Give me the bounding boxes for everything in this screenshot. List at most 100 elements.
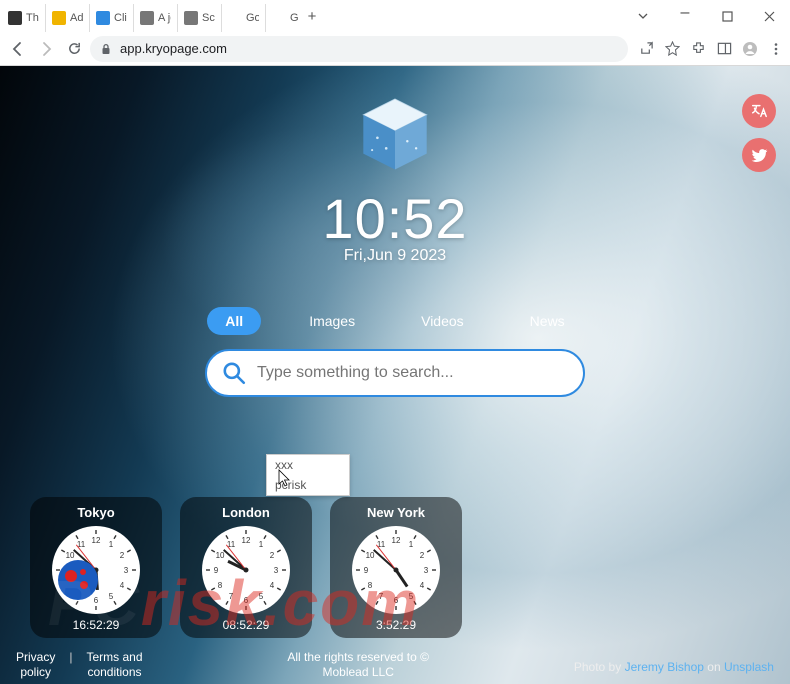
- svg-text:5: 5: [109, 592, 114, 601]
- svg-text:8: 8: [218, 581, 223, 590]
- favicon-icon: [140, 11, 154, 25]
- search-tab-all[interactable]: All: [207, 307, 261, 335]
- suggestion-item[interactable]: pcrisk: [267, 475, 349, 495]
- svg-text:1: 1: [259, 540, 264, 549]
- favicon-icon: [272, 11, 286, 25]
- tab-label: The: [26, 12, 39, 24]
- new-tab-button[interactable]: +: [299, 0, 325, 32]
- terms-link[interactable]: Terms andconditions: [86, 650, 142, 680]
- page-content: 10:52 Fri,Jun 9 2023 All Images Videos News…: [0, 66, 790, 684]
- address-bar[interactable]: app.kryopage.com: [90, 36, 628, 62]
- svg-text:9: 9: [364, 566, 369, 575]
- search-tab-images[interactable]: Images: [291, 307, 373, 335]
- tab-label: Scor: [202, 12, 215, 24]
- clock-card-london: London34567891011121208:52:29: [180, 497, 312, 638]
- clock-digital: 3:52:29: [376, 618, 416, 632]
- back-button[interactable]: [6, 37, 30, 61]
- svg-text:7: 7: [379, 592, 384, 601]
- svg-text:5: 5: [409, 592, 414, 601]
- svg-text:6: 6: [394, 596, 399, 605]
- svg-text:10: 10: [216, 551, 225, 560]
- reload-button[interactable]: [62, 37, 86, 61]
- minimize-button[interactable]: –: [664, 1, 706, 31]
- svg-text:12: 12: [92, 536, 101, 545]
- clock-city: New York: [367, 505, 425, 520]
- tab-label: A jo: [158, 12, 171, 24]
- svg-text:7: 7: [229, 592, 234, 601]
- close-button[interactable]: [748, 1, 790, 31]
- svg-text:1: 1: [409, 540, 414, 549]
- tab-label: Goo: [290, 12, 299, 24]
- toolbar-actions: [632, 41, 784, 57]
- svg-text:3: 3: [124, 566, 129, 575]
- lock-icon: [100, 43, 112, 55]
- svg-text:4: 4: [420, 581, 425, 590]
- rights-text: All the rights reserved to ©Moblead LLC: [287, 650, 429, 680]
- browser-tab[interactable]: Goo: [222, 4, 266, 32]
- browser-tab[interactable]: A jo: [134, 4, 178, 32]
- search-icon: [221, 360, 247, 386]
- ball-overlay-icon: [56, 558, 100, 602]
- center-column: 10:52 Fri,Jun 9 2023 All Images Videos News: [185, 84, 605, 397]
- svg-text:3: 3: [274, 566, 279, 575]
- search-input[interactable]: [257, 364, 569, 382]
- sidepanel-icon[interactable]: [716, 41, 732, 57]
- photo-credit: Photo by Jeremy Bishop on Unsplash: [574, 660, 774, 680]
- svg-text:2: 2: [120, 551, 125, 560]
- share-icon[interactable]: [638, 41, 654, 57]
- favicon-icon: [184, 11, 198, 25]
- floating-actions: [742, 94, 776, 172]
- search-category-tabs: All Images Videos News: [207, 307, 582, 335]
- clock-card-new-york: New York3456789101112123:52:29: [330, 497, 462, 638]
- clock-time: 10:52: [322, 186, 467, 251]
- privacy-link[interactable]: Privacypolicy: [16, 650, 55, 680]
- svg-text:4: 4: [270, 581, 275, 590]
- svg-text:12: 12: [242, 536, 251, 545]
- window-titlebar: TheAddClickA joScorGooGooComKryok× + –: [0, 0, 790, 32]
- svg-text:2: 2: [420, 551, 425, 560]
- tab-strip: TheAddClickA joScorGooGooComKryok×: [0, 0, 299, 32]
- credit-site-link[interactable]: Unsplash: [724, 660, 774, 674]
- browser-tab[interactable]: Scor: [178, 4, 222, 32]
- page-footer: Privacypolicy | Terms andconditions All …: [0, 650, 790, 680]
- forward-button[interactable]: [34, 37, 58, 61]
- window-controls: –: [622, 0, 790, 32]
- search-tab-videos[interactable]: Videos: [403, 307, 482, 335]
- browser-tab[interactable]: Goo: [266, 4, 299, 32]
- clock-digital: 16:52:29: [73, 618, 120, 632]
- svg-text:1: 1: [109, 540, 114, 549]
- browser-tab[interactable]: The: [2, 4, 46, 32]
- clock-city: London: [222, 505, 270, 520]
- svg-text:9: 9: [214, 566, 219, 575]
- svg-text:8: 8: [368, 581, 373, 590]
- maximize-button[interactable]: [706, 1, 748, 31]
- extensions-icon[interactable]: [690, 41, 706, 57]
- favicon-icon: [96, 11, 110, 25]
- svg-text:3: 3: [424, 566, 429, 575]
- browser-tab[interactable]: Click: [90, 4, 134, 32]
- browser-toolbar: app.kryopage.com: [0, 32, 790, 66]
- svg-text:6: 6: [244, 596, 249, 605]
- svg-text:12: 12: [392, 536, 401, 545]
- tab-label: Goo: [246, 12, 259, 24]
- menu-icon[interactable]: [768, 41, 784, 57]
- url-text: app.kryopage.com: [120, 41, 227, 56]
- clock-digital: 08:52:29: [223, 618, 270, 632]
- svg-text:4: 4: [120, 581, 125, 590]
- credit-author-link[interactable]: Jeremy Bishop: [625, 660, 704, 674]
- translate-button[interactable]: [742, 94, 776, 128]
- profile-icon[interactable]: [742, 41, 758, 57]
- browser-tab[interactable]: Add: [46, 4, 90, 32]
- search-tab-news[interactable]: News: [512, 307, 583, 335]
- chevron-down-icon[interactable]: [622, 1, 664, 31]
- twitter-button[interactable]: [742, 138, 776, 172]
- favicon-icon: [8, 11, 22, 25]
- favicon-icon: [52, 11, 66, 25]
- svg-text:5: 5: [259, 592, 264, 601]
- bookmark-icon[interactable]: [664, 41, 680, 57]
- favicon-icon: [228, 11, 242, 25]
- clock-date: Fri,Jun 9 2023: [344, 247, 446, 265]
- suggestion-item[interactable]: xxx: [267, 455, 349, 475]
- logo-icecube-icon: [351, 92, 439, 180]
- search-box[interactable]: [205, 349, 585, 397]
